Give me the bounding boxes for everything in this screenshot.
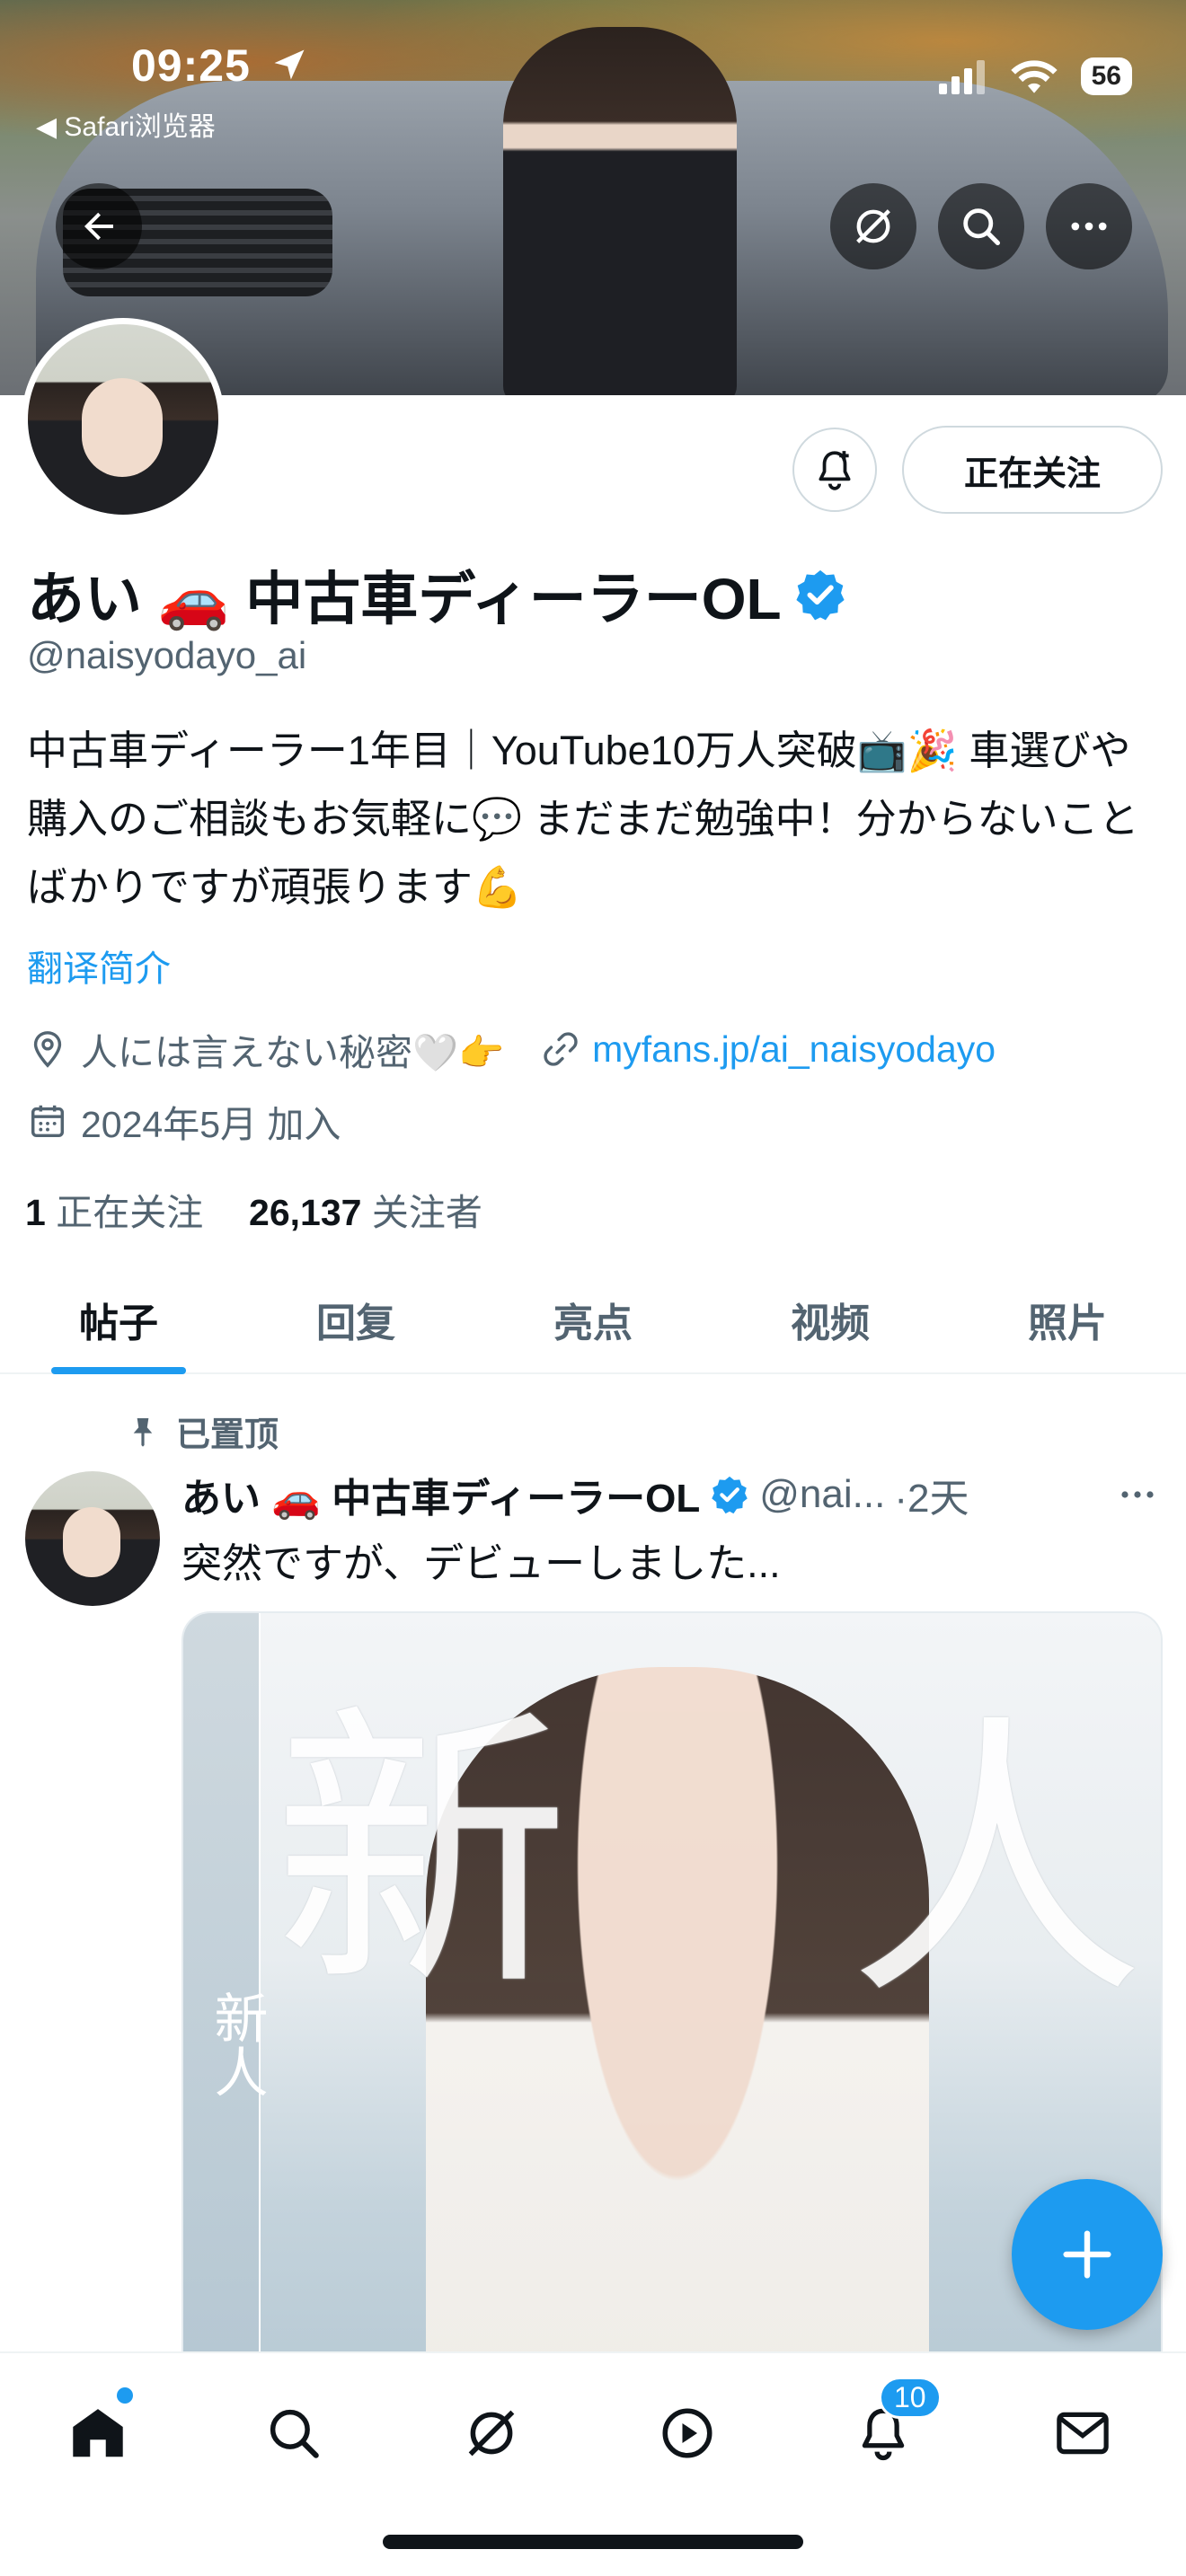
following-stat[interactable]: 1 正在关注 [25, 1192, 203, 1233]
nav-videos[interactable] [647, 2393, 728, 2474]
verified-badge-icon[interactable] [792, 567, 848, 622]
profile-website-link[interactable]: myfans.jp/ai_naisyodayo [592, 1028, 996, 1071]
envelope-icon [1057, 2412, 1109, 2455]
cellular-signal-icon [938, 60, 985, 94]
tweet-author-handle[interactable]: @nai... [759, 1472, 885, 1517]
followers-stat[interactable]: 26,137 关注者 [249, 1192, 482, 1233]
bell-plus-icon [819, 451, 851, 490]
profile-name-text: あい 🚗 中古車ディーラーOL [27, 567, 782, 631]
tab-posts[interactable]: 帖子 [0, 1266, 237, 1372]
media-big-text-1: 新 [273, 1681, 570, 2026]
more-horizontal-icon [1071, 222, 1107, 231]
plus-icon [1063, 2230, 1111, 2279]
nav-notifications[interactable]: 10 [843, 2377, 942, 2474]
notifications-badge: 10 [879, 2377, 942, 2419]
status-right: 56 [937, 57, 1132, 95]
tweet-header: あい 🚗 中古車ディーラーOL @nai... ·2天 [181, 1466, 1152, 1523]
home-unread-dot [117, 2387, 133, 2404]
back-to-safari[interactable]: ◀ Safari浏览器 [36, 104, 216, 144]
compose-post-button[interactable] [1012, 2179, 1163, 2330]
status-time: 09:25 [131, 40, 251, 91]
grok-icon [468, 2410, 515, 2457]
tab-highlights[interactable]: 亮点 [474, 1266, 712, 1372]
profile-meta-row: 人には言えない秘密🤍👉 myfans.jp/ai_naisyodayo [27, 1022, 996, 1076]
profile-handle: @naisyodayo_ai [27, 634, 307, 676]
pin-icon [133, 1417, 153, 1447]
avatar-face [63, 1507, 120, 1577]
wifi-icon [1010, 60, 1058, 93]
link-icon [544, 1032, 578, 1066]
profile-bio: 中古車ディーラー1年目｜YouTube10万人突破📺🎉 車選びや購入のご相談もお… [27, 728, 1139, 910]
calendar-icon [31, 1105, 65, 1138]
verified-badge-icon [712, 1476, 748, 1514]
banner-person [503, 27, 737, 395]
profile-joined-row: 2024年5月 加入 [27, 1094, 341, 1148]
followers-label: 关注者 [371, 1192, 482, 1233]
following-count: 1 [25, 1192, 46, 1233]
profile-name: あい 🚗 中古車ディーラーOL [27, 553, 848, 636]
more-horizontal-icon [1121, 1491, 1154, 1498]
following-label: 正在关注 [56, 1192, 204, 1233]
nav-grok[interactable] [451, 2393, 532, 2474]
back-button[interactable] [56, 183, 142, 269]
tweet-time[interactable]: ·2天 [894, 1466, 969, 1523]
location-pin-icon [33, 1031, 62, 1068]
location-arrow-icon [274, 49, 305, 80]
tweet-more-button[interactable] [1116, 1473, 1159, 1525]
grok-button[interactable] [830, 183, 916, 269]
avatar-face [82, 378, 163, 477]
nav-home[interactable] [58, 2387, 138, 2474]
arrow-left-icon [84, 212, 113, 241]
search-icon [963, 208, 1001, 246]
notifications-subscribe-button[interactable] [792, 428, 877, 512]
pinned-indicator: 已置顶 [126, 1407, 279, 1456]
profile-joined-date: 2024年5月 加入 [81, 1104, 341, 1145]
follow-counts: 1 正在关注 26,137 关注者 [25, 1182, 482, 1236]
following-button[interactable]: 正在关注 [902, 426, 1163, 514]
tweet-author-avatar[interactable] [25, 1471, 160, 1606]
nav-messages[interactable] [1042, 2393, 1123, 2474]
grok-icon [856, 209, 890, 243]
profile-tabs: 帖子 回复 亮点 视频 照片 [0, 1266, 1186, 1374]
tab-videos[interactable]: 视频 [712, 1266, 949, 1372]
home-indicator[interactable] [383, 2535, 803, 2549]
media-big-text-2: 人 [848, 1690, 1145, 2035]
profile-avatar[interactable] [22, 318, 225, 521]
media-side-text: 新人 [205, 1990, 268, 2098]
battery-indicator: 56 [1080, 57, 1132, 95]
tweet-text: 突然ですが、デビューしました... [181, 1540, 781, 1586]
tweet-author-name[interactable]: あい 🚗 中古車ディーラーOL [181, 1466, 700, 1523]
translate-bio-link[interactable]: 翻译简介 [27, 940, 171, 992]
home-icon [73, 2409, 123, 2457]
play-circle-icon [662, 2408, 712, 2458]
followers-count: 26,137 [249, 1192, 362, 1233]
search-profile-button[interactable] [938, 183, 1024, 269]
pinned-label: 已置顶 [176, 1416, 279, 1454]
tab-replies[interactable]: 回复 [237, 1266, 474, 1372]
nav-search[interactable] [253, 2393, 334, 2474]
tab-photos[interactable]: 照片 [949, 1266, 1186, 1372]
search-icon [270, 2409, 319, 2458]
profile-location: 人には言えない秘密🤍👉 [81, 1032, 505, 1073]
more-options-button[interactable] [1046, 183, 1132, 269]
